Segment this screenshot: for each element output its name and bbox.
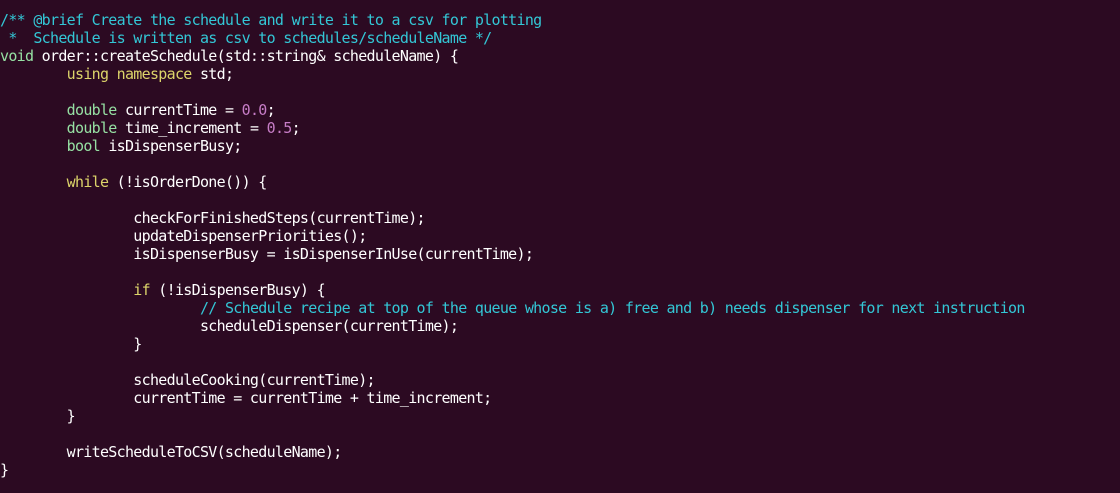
code-line[interactable]: using namespace std; bbox=[0, 65, 1120, 83]
code-token: while bbox=[66, 173, 109, 191]
code-line[interactable]: // Schedule recipe at top of the queue w… bbox=[0, 299, 1120, 317]
code-token: ; bbox=[291, 119, 301, 137]
code-token: if bbox=[133, 281, 150, 299]
code-token: checkForFinishedSteps(currentTime); bbox=[0, 209, 425, 227]
code-line[interactable]: double currentTime = 0.0; bbox=[0, 101, 1120, 119]
code-line[interactable]: } bbox=[0, 335, 1120, 353]
code-line[interactable]: void order::createSchedule(std::string& … bbox=[0, 47, 1120, 65]
code-token: writeScheduleToCSV(scheduleName); bbox=[0, 443, 343, 461]
code-token: using namespace bbox=[66, 65, 193, 83]
code-token: 0.5 bbox=[266, 119, 293, 137]
code-token: bool bbox=[66, 137, 101, 155]
code-token: // Schedule recipe at top of the queue w… bbox=[199, 299, 1025, 317]
code-line[interactable]: } bbox=[0, 461, 1120, 479]
code-token: isDispenserBusy = isDispenserInUse(curre… bbox=[0, 245, 534, 263]
code-line[interactable]: double time_increment = 0.5; bbox=[0, 119, 1120, 137]
code-line[interactable]: scheduleDispenser(currentTime); bbox=[0, 317, 1120, 335]
code-line[interactable]: } bbox=[0, 407, 1120, 425]
code-line[interactable] bbox=[0, 353, 1120, 371]
code-token: double bbox=[66, 101, 118, 119]
code-token: 0.0 bbox=[241, 101, 268, 119]
code-line[interactable] bbox=[0, 425, 1120, 443]
code-line[interactable]: if (!isDispenserBusy) { bbox=[0, 281, 1120, 299]
code-line[interactable]: writeScheduleToCSV(scheduleName); bbox=[0, 443, 1120, 461]
code-token: updateDispenserPriorities(); bbox=[0, 227, 367, 245]
code-token: /** @brief Create the schedule and write… bbox=[0, 11, 542, 29]
code-token: (!isDispenserBusy) { bbox=[149, 281, 325, 299]
code-token: currentTime = currentTime + time_increme… bbox=[0, 389, 492, 407]
code-line[interactable]: isDispenserBusy = isDispenserInUse(curre… bbox=[0, 245, 1120, 263]
code-token: std; bbox=[191, 65, 234, 83]
code-token: time_increment = bbox=[116, 119, 267, 137]
code-line[interactable] bbox=[0, 263, 1120, 281]
code-token: isDispenserBusy; bbox=[99, 137, 242, 155]
code-line[interactable]: bool isDispenserBusy; bbox=[0, 137, 1120, 155]
code-line[interactable] bbox=[0, 191, 1120, 209]
code-line[interactable]: currentTime = currentTime + time_increme… bbox=[0, 389, 1120, 407]
code-line[interactable]: * Schedule is written as csv to schedule… bbox=[0, 29, 1120, 47]
code-token: scheduleDispenser(currentTime); bbox=[0, 317, 459, 335]
code-line[interactable]: checkForFinishedSteps(currentTime); bbox=[0, 209, 1120, 227]
code-token: } bbox=[0, 335, 142, 353]
code-line[interactable] bbox=[0, 155, 1120, 173]
code-line[interactable]: scheduleCooking(currentTime); bbox=[0, 371, 1120, 389]
code-line[interactable]: /** @brief Create the schedule and write… bbox=[0, 11, 1120, 29]
code-token: scheduleCooking(currentTime); bbox=[0, 371, 375, 389]
code-token: currentTime = bbox=[116, 101, 242, 119]
code-token: order::createSchedule(std::string& sched… bbox=[33, 47, 459, 65]
code-token: double bbox=[66, 119, 118, 137]
code-line[interactable] bbox=[0, 83, 1120, 101]
code-token: * Schedule is written as csv to schedule… bbox=[0, 29, 492, 47]
code-token: } bbox=[0, 407, 76, 425]
code-token: } bbox=[0, 461, 9, 479]
code-line[interactable]: while (!isOrderDone()) { bbox=[0, 173, 1120, 191]
code-token: ; bbox=[266, 101, 276, 119]
code-token: (!isOrderDone()) { bbox=[108, 173, 268, 191]
code-editor[interactable]: /** @brief Create the schedule and write… bbox=[0, 0, 1120, 493]
code-token: void bbox=[0, 47, 34, 65]
code-line[interactable]: updateDispenserPriorities(); bbox=[0, 227, 1120, 245]
